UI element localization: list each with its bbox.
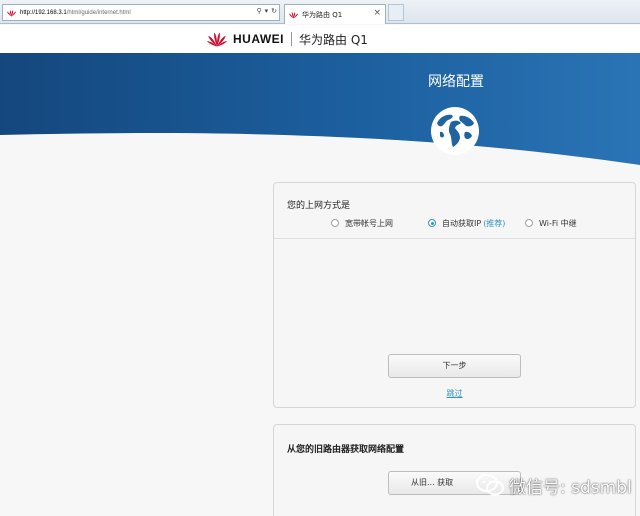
address-bar[interactable]: http://192.168.3.1/html/guide/internet.h… <box>2 4 280 21</box>
radio-pppoe[interactable] <box>331 219 339 227</box>
huawei-logo-icon <box>206 32 228 47</box>
option-wifi-repeater-label: Wi-Fi 中继 <box>539 218 577 228</box>
refresh-icon[interactable]: ↻ <box>271 7 277 15</box>
wechat-icon <box>476 474 504 496</box>
option-dhcp[interactable]: 自动获取IP (推荐) <box>428 216 505 230</box>
watermark-text: 微信号: sdsmbl <box>509 477 632 498</box>
url-text[interactable]: http://192.168.3.1/html/guide/internet.h… <box>20 10 131 16</box>
brand-name: HUAWEI <box>233 32 284 46</box>
wechat-watermark: 微信号: sdsmbl <box>475 470 632 500</box>
connection-type-title: 您的上网方式是 <box>287 201 351 211</box>
skip-link[interactable]: 跳过 <box>274 388 635 399</box>
connection-options: 宽带帐号上网 自动获取IP (推荐) Wi-Fi 中继 <box>274 216 635 236</box>
brand-divider <box>291 32 292 46</box>
radio-dhcp[interactable] <box>428 219 436 227</box>
connection-type-card: 您的上网方式是 宽带帐号上网 自动获取IP (推荐) Wi-Fi 中继 下一步 … <box>273 182 636 408</box>
site-header: HUAWEI 华为路由 Q1 <box>0 25 640 53</box>
url-path: /html/guide/internet.html <box>66 9 131 16</box>
recommended-tag: (推荐) <box>483 218 506 228</box>
option-dhcp-label: 自动获取IP <box>442 218 482 228</box>
huawei-tab-icon <box>289 11 298 18</box>
dropdown-arrow-icon[interactable]: ▾ <box>265 7 269 15</box>
address-tools: ⚲ ▾ ↻ <box>256 7 277 15</box>
page-title: 网络配置 <box>428 74 484 90</box>
globe-icon <box>431 107 479 155</box>
brand: HUAWEI 华为路由 Q1 <box>206 31 368 47</box>
option-wifi-repeater[interactable]: Wi-Fi 中继 <box>525 216 577 230</box>
hero-background <box>0 53 640 183</box>
tab-title: 华为路由 Q1 <box>302 10 343 19</box>
url-host: http://192.168.3.1 <box>20 9 67 16</box>
next-button[interactable]: 下一步 <box>388 354 521 378</box>
hero-banner: 网络配置 <box>0 53 640 183</box>
product-name: 华为路由 Q1 <box>299 32 368 47</box>
close-icon[interactable]: × <box>373 8 381 18</box>
new-tab-button[interactable] <box>388 4 404 21</box>
option-pppoe[interactable]: 宽带帐号上网 <box>331 216 393 230</box>
tab-router[interactable]: 华为路由 Q1 × <box>284 4 386 24</box>
huawei-favicon-icon <box>7 9 16 16</box>
option-pppoe-label: 宽带帐号上网 <box>345 218 393 228</box>
card-divider <box>274 238 635 239</box>
browser-toolbar: http://192.168.3.1/html/guide/internet.h… <box>0 0 640 24</box>
search-icon[interactable]: ⚲ <box>256 7 261 15</box>
radio-wifi-repeater[interactable] <box>525 219 533 227</box>
old-router-title: 从您的旧路由器获取网络配置 <box>287 445 405 455</box>
